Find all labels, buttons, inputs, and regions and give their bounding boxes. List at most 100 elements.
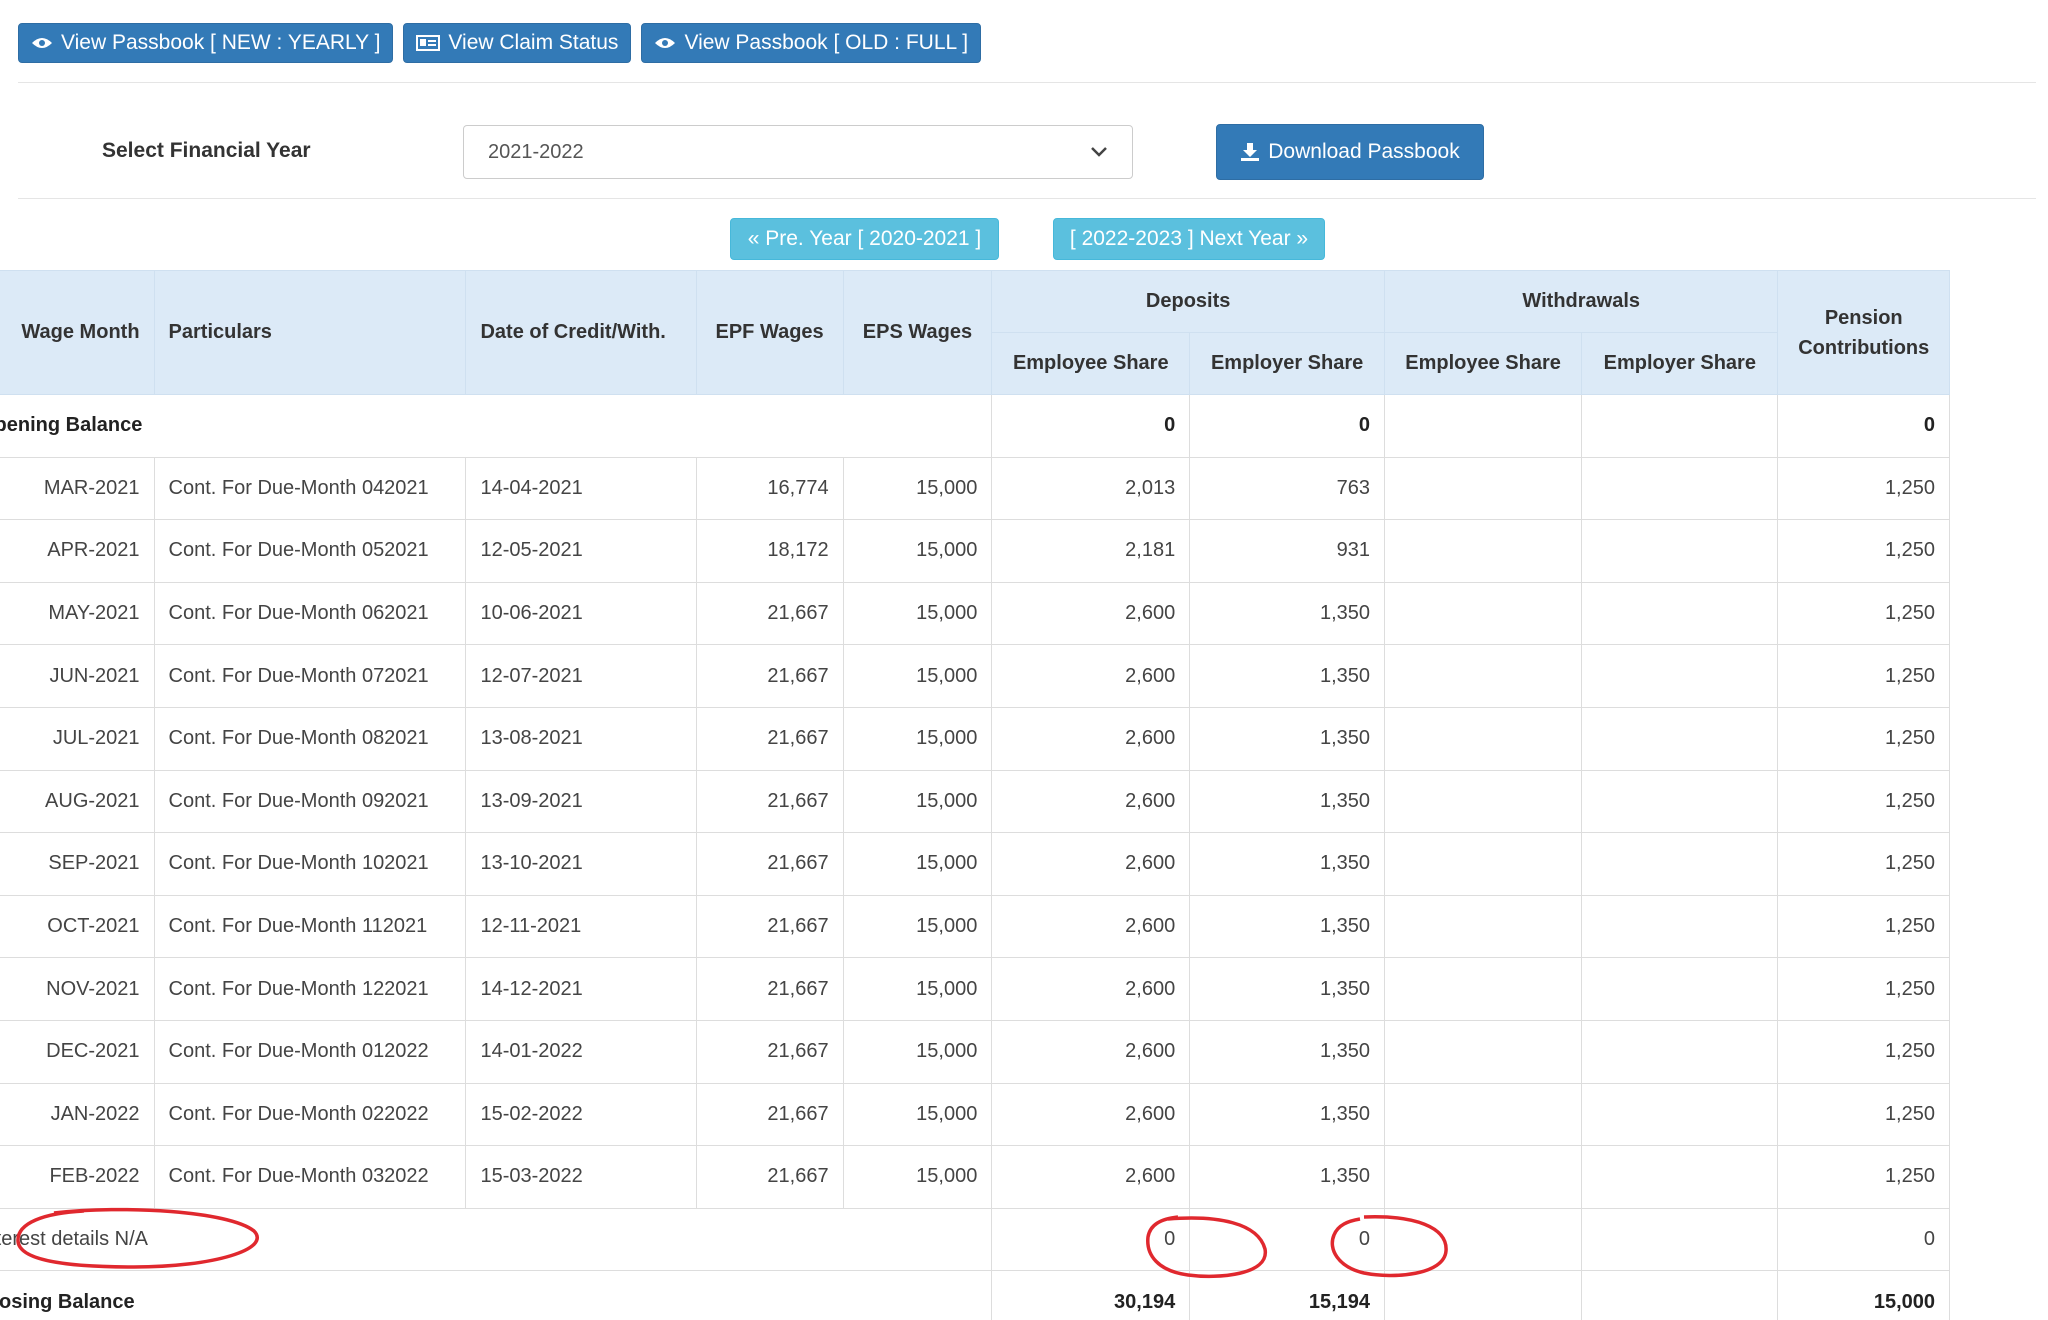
withdrawal-employer-cell [1581,456,1779,521]
pension-cell: 1,250 [1777,832,1950,896]
opening-deposit-employee: 0 [991,394,1191,458]
header-deposit-employer-share: Employer Share [1189,332,1386,395]
pension-cell: 1,250 [1777,957,1950,1021]
withdrawal-employer-cell [1581,1082,1779,1147]
epf-wages-cell: 21,667 [695,706,844,771]
particulars-cell: Cont. For Due-Month 112021 [153,894,467,959]
deposit-employee-cell: 2,600 [991,581,1191,646]
view-claim-status-button[interactable]: View Claim Status [403,23,632,63]
opening-deposit-employer: 0 [1189,394,1386,458]
interest-withdrawal-employer [1581,1207,1779,1272]
wage-month-cell: APR-2021 [0,519,155,583]
deposit-employer-cell: 763 [1189,456,1386,521]
particulars-cell: Cont. For Due-Month 052021 [153,519,467,583]
eps-wages-cell: 15,000 [842,832,993,896]
particulars-cell: Cont. For Due-Month 062021 [153,581,467,646]
annotation-circle-employee-share [1146,1215,1267,1279]
date-cell: 13-08-2021 [465,706,697,771]
eye-icon [32,38,52,48]
previous-year-button[interactable]: « Pre. Year [ 2020-2021 ] [730,218,999,260]
eps-wages-cell: 15,000 [842,519,993,583]
annotation-circle-employer-share [1330,1215,1448,1278]
eps-wages-cell: 15,000 [842,1082,993,1147]
table-row: JAN-2022 Cont. For Due-Month 022022 15-02-… [0,1082,1950,1147]
wage-month-cell: MAR-2021 [0,456,155,521]
table-row: JUN-2021 Cont. For Due-Month 072021 12-07-… [0,644,1950,708]
withdrawal-employer-cell [1581,1145,1779,1209]
deposit-employer-cell: 1,350 [1189,644,1386,708]
epf-wages-cell: 16,774 [695,456,844,521]
divider [18,198,2036,199]
download-passbook-label: Download Passbook [1268,140,1460,163]
view-passbook-new-button[interactable]: View Passbook [ NEW : YEARLY ] [18,23,394,63]
deposit-employee-cell: 2,181 [991,519,1191,583]
table-row: SEP-2021 Cont. For Due-Month 102021 13-10-… [0,832,1950,896]
financial-year-value: 2021-2022 [488,140,584,163]
eps-wages-cell: 15,000 [842,1019,993,1084]
withdrawal-employee-cell [1384,1145,1583,1209]
opening-pension: 0 [1777,394,1950,458]
id-card-icon [416,35,441,51]
date-cell: 10-06-2021 [465,581,697,646]
wage-month-cell: JUN-2021 [0,644,155,708]
withdrawal-employee-cell [1384,832,1583,896]
epf-wages-cell: 21,667 [695,1082,844,1147]
deposit-employer-cell: 1,350 [1189,957,1386,1021]
epf-wages-cell: 21,667 [695,1019,844,1084]
deposit-employee-cell: 2,600 [991,832,1191,896]
epf-wages-cell: 21,667 [695,957,844,1021]
date-cell: 14-01-2022 [465,1019,697,1084]
eps-wages-cell: 15,000 [842,957,993,1021]
withdrawal-employer-cell [1581,581,1779,646]
interest-pension: 0 [1777,1207,1950,1272]
header-withdrawals: Withdrawals [1384,270,1779,333]
opening-withdrawal-employee [1384,394,1583,458]
withdrawal-employer-cell [1581,706,1779,771]
wage-month-cell: NOV-2021 [0,957,155,1021]
withdrawal-employee-cell [1384,1019,1583,1084]
eps-wages-cell: 15,000 [842,581,993,646]
date-cell: 12-11-2021 [465,894,697,959]
epf-wages-cell: 21,667 [695,769,844,834]
date-cell: 15-03-2022 [465,1145,697,1209]
particulars-cell: Cont. For Due-Month 042021 [153,456,467,521]
pension-cell: 1,250 [1777,456,1950,521]
deposit-employee-cell: 2,600 [991,894,1191,959]
header-withdrawal-employee-share: Employee Share [1384,332,1583,395]
withdrawal-employer-cell [1581,519,1779,583]
deposit-employer-cell: 931 [1189,519,1386,583]
particulars-cell: Cont. For Due-Month 072021 [153,644,467,708]
date-cell: 13-09-2021 [465,769,697,834]
epf-wages-cell: 21,667 [695,894,844,959]
deposit-employee-cell: 2,600 [991,957,1191,1021]
pension-cell: 1,250 [1777,644,1950,708]
download-passbook-button[interactable]: Download Passbook [1216,124,1484,180]
wage-month-cell: JUL-2021 [0,706,155,771]
financial-year-select[interactable]: 2021-2022 [463,125,1133,179]
eps-wages-cell: 15,000 [842,1145,993,1209]
withdrawal-employee-cell [1384,519,1583,583]
withdrawal-employee-cell [1384,894,1583,959]
eps-wages-cell: 15,000 [842,894,993,959]
eps-wages-cell: 15,000 [842,644,993,708]
financial-year-label: Select Financial Year [102,139,311,162]
wage-month-cell: OCT-2021 [0,894,155,959]
epf-wages-cell: 21,667 [695,832,844,896]
next-year-button[interactable]: [ 2022-2023 ] Next Year » [1053,218,1325,260]
wage-month-cell: JAN-2022 [0,1082,155,1147]
passbook-table-container: Wage Month Particulars Date of Credit/Wi… [0,270,2000,1320]
pension-cell: 1,250 [1777,1082,1950,1147]
withdrawal-employer-cell [1581,1019,1779,1084]
header-pension: Pension Contributions [1777,270,1950,395]
table-row: OCT-2021 Cont. For Due-Month 112021 12-11-… [0,894,1950,959]
closing-withdrawal-employer [1581,1270,1779,1320]
view-passbook-old-button[interactable]: View Passbook [ OLD : FULL ] [641,23,982,63]
wage-month-cell: AUG-2021 [0,769,155,834]
deposit-employer-cell: 1,350 [1189,769,1386,834]
header-wage-month: Wage Month [0,270,155,395]
epf-wages-cell: 18,172 [695,519,844,583]
withdrawal-employer-cell [1581,644,1779,708]
view-passbook-old-label: View Passbook [ OLD : FULL ] [684,31,969,54]
deposit-employer-cell: 1,350 [1189,894,1386,959]
view-passbook-new-label: View Passbook [ NEW : YEARLY ] [61,31,381,54]
